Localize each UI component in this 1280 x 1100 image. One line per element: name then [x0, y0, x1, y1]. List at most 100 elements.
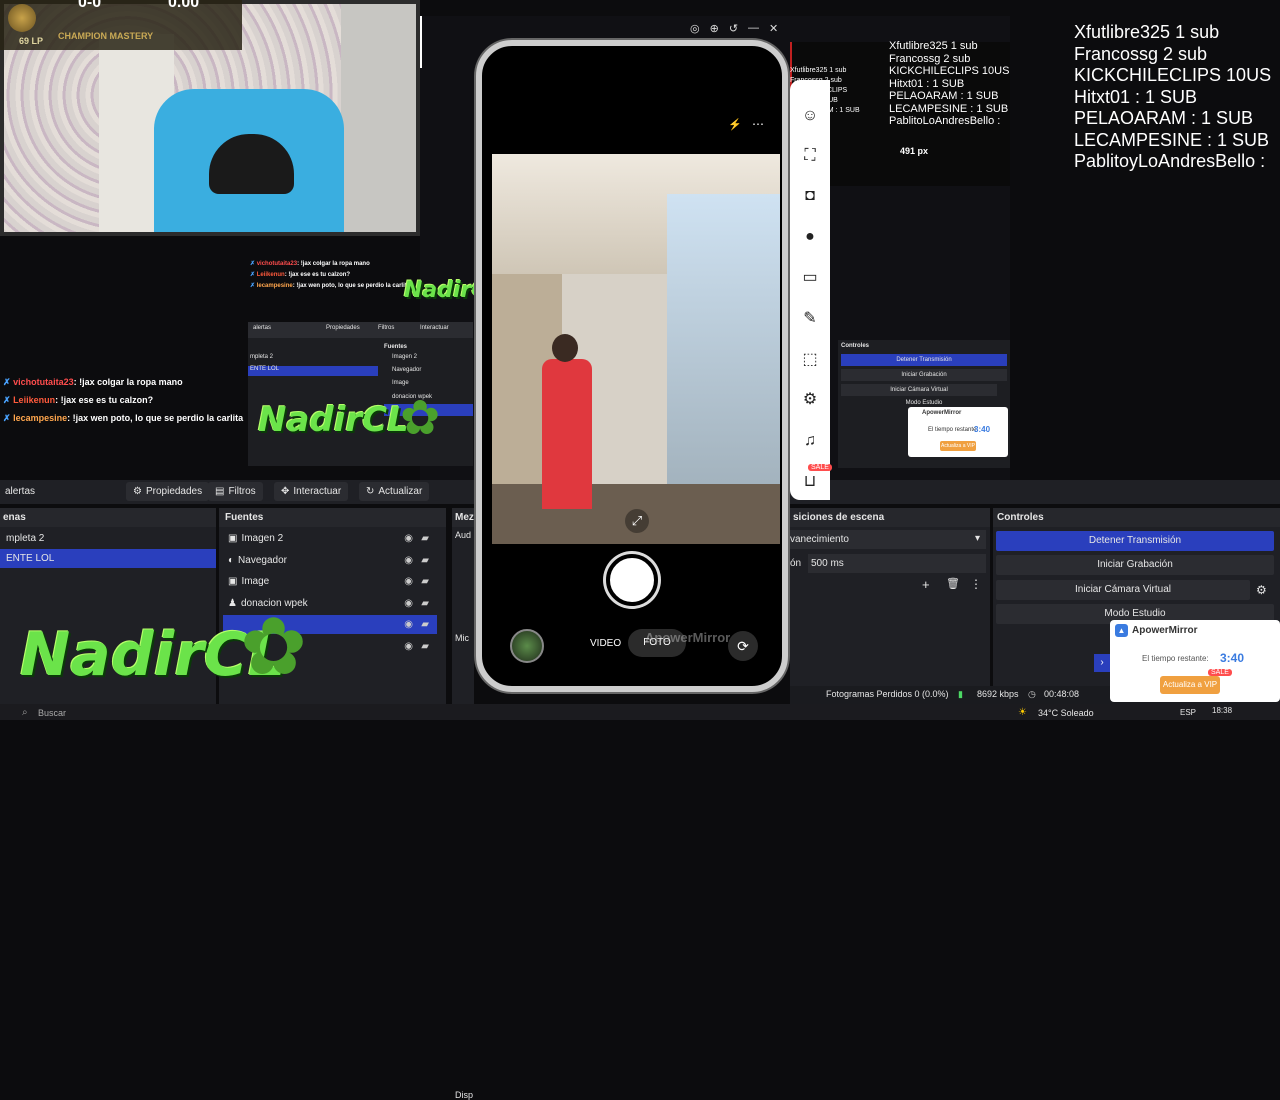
select-icon[interactable]: ⬚: [798, 348, 822, 372]
mixer-item: Mic: [455, 633, 469, 643]
mini-virtual-cam-button[interactable]: Iniciar Cámara Virtual: [841, 384, 997, 396]
gear-icon[interactable]: ⚙: [798, 388, 822, 412]
lock-icon[interactable]: ▰: [421, 619, 429, 630]
add-icon[interactable]: +: [922, 577, 930, 592]
mixer-item: Disp: [455, 1090, 474, 1100]
screenshot-icon[interactable]: ◘: [798, 184, 822, 208]
grid-menu-icon[interactable]: ⋯: [752, 117, 764, 131]
gallery-thumbnail[interactable]: [510, 629, 544, 663]
mini-properties-button[interactable]: Propiedades: [326, 325, 360, 331]
sword-icon: ✗: [3, 413, 11, 423]
sub-line: PablitoLoAndresBello :: [889, 115, 1001, 127]
mini-controls-header: Controles: [841, 343, 870, 349]
close-icon[interactable]: ✕: [769, 22, 778, 35]
mini-source-item[interactable]: Imagen 2: [392, 354, 417, 360]
sub-line: KICKCHILECLIPS 10US: [889, 65, 1010, 77]
mastery-label: CHAMPION MASTERY: [58, 31, 154, 41]
webcam-panel: [341, 4, 416, 232]
mini-scene-item[interactable]: mpleta 2: [248, 354, 378, 364]
source-item[interactable]: ▣ Image ◉ ▰: [223, 572, 437, 591]
duration-input[interactable]: 500 ms: [808, 554, 986, 573]
scene-item-selected[interactable]: ENTE LOL: [0, 549, 216, 568]
back-icon[interactable]: ↺: [729, 22, 738, 35]
upgrade-vip-button[interactable]: Actualiza a VIP: [1160, 676, 1220, 694]
eye-icon[interactable]: ◉: [404, 641, 413, 652]
chevron-right-icon[interactable]: ›: [1094, 654, 1110, 672]
mini-stop-stream-button[interactable]: Detener Transmisión: [841, 354, 1007, 366]
shutter-button[interactable]: [606, 554, 658, 606]
record-icon[interactable]: ●: [798, 225, 822, 249]
mirror-window-controls: ◎ ⊕ ↺ — ✕: [690, 18, 790, 38]
refresh-button[interactable]: ↻ Actualizar: [359, 482, 430, 501]
sub-line: Hitxt01 : 1 SUB: [889, 77, 965, 90]
properties-button[interactable]: ⚙ Propiedades: [126, 482, 210, 501]
eye-icon[interactable]: ◉: [404, 555, 413, 566]
eye-icon[interactable]: ◉: [404, 619, 413, 630]
minimize-icon[interactable]: —: [748, 22, 759, 34]
lock-icon[interactable]: ▰: [421, 576, 429, 587]
switch-camera-icon[interactable]: ⟳: [728, 631, 758, 661]
mini-source-item[interactable]: Navegador: [392, 367, 421, 373]
lock-icon[interactable]: ▰: [421, 641, 429, 652]
cast-icon[interactable]: ▭: [798, 266, 822, 290]
pin-icon[interactable]: ⊕: [710, 22, 719, 35]
camera-viewfinder[interactable]: ⤢: [492, 154, 780, 544]
eye-icon[interactable]: ◉: [404, 533, 413, 544]
lock-icon[interactable]: ▰: [421, 598, 429, 609]
chevron-down-icon: ▾: [974, 533, 980, 544]
trash-icon[interactable]: 🗑: [946, 577, 960, 590]
start-record-button[interactable]: Iniciar Grabación: [996, 555, 1274, 575]
mini-trial-remaining: El tiempo restante:: [928, 427, 979, 433]
transition-select[interactable]: vanecimiento ▾: [790, 530, 986, 549]
settings-icon[interactable]: ◎: [690, 22, 700, 35]
transitions-panel: siciones de escena vanecimiento ▾ ón 500…: [790, 508, 990, 686]
stop-stream-button[interactable]: Detener Transmisión: [996, 531, 1274, 551]
scene-item[interactable]: mpleta 2: [0, 529, 216, 548]
source-item[interactable]: ▣ Imagen 2 ◉ ▰: [223, 529, 437, 548]
source-item[interactable]: ◐ Navegador ◉ ▰: [223, 551, 437, 570]
weather-text: 34°C Soleado: [1038, 708, 1094, 718]
chat-user: lecampesine: [256, 283, 293, 289]
mode-video[interactable]: VIDEO: [590, 638, 621, 649]
lock-icon[interactable]: ▰: [421, 555, 429, 566]
mini-start-record-button[interactable]: Iniciar Grabación: [841, 369, 1007, 381]
image-icon: ▣: [228, 576, 238, 587]
duration-label: ón: [790, 558, 802, 569]
chat-message: ✗ vichotutaita23: !jax colgar la ropa ma…: [250, 259, 410, 270]
sub-line: LECAMPESINE : 1 SUB: [1074, 129, 1270, 150]
lock-icon[interactable]: ▰: [421, 533, 429, 544]
taskbar-search[interactable]: Buscar: [38, 708, 66, 718]
scenes-header: enas: [0, 508, 216, 527]
interact-button[interactable]: ✥ Interactuar: [274, 482, 349, 501]
gear-icon[interactable]: ⚙: [1256, 583, 1267, 597]
expand-icon[interactable]: ⤢: [625, 509, 649, 533]
sub-line: Francossg 2 sub: [1074, 43, 1208, 64]
virtual-cam-button[interactable]: Iniciar Cámara Virtual: [996, 580, 1250, 600]
mirror-watermark: ApowerMirror: [645, 630, 731, 645]
mini-scene-item-selected[interactable]: ENTE LOL: [248, 366, 378, 376]
eye-icon[interactable]: ◉: [404, 598, 413, 609]
flash-off-icon[interactable]: ⚡: [728, 118, 742, 131]
properties-label: Propiedades: [145, 486, 203, 497]
mini-filters-button[interactable]: Filtros: [378, 325, 394, 331]
sub-line: Francossg 2 sub: [889, 52, 971, 65]
mini-interact-button[interactable]: Interactuar: [420, 325, 449, 331]
headset-icon[interactable]: ♫: [798, 429, 822, 453]
mini-studio-mode[interactable]: Modo Estudio: [841, 400, 1007, 406]
fullscreen-icon[interactable]: ⛶: [798, 144, 822, 168]
sub-line: PELAOARAM : 1 SUB: [1074, 108, 1254, 128]
cart-icon[interactable]: ⊔: [798, 470, 822, 494]
mixer-item: Aud: [455, 530, 472, 540]
score-left: 0-0: [78, 0, 102, 11]
mini-upgrade-button[interactable]: Actualiza a VIP: [940, 441, 976, 451]
trial-time: 3:40: [1220, 651, 1245, 665]
sword-icon: ✗: [3, 377, 11, 387]
eye-icon[interactable]: ◉: [404, 576, 413, 587]
chat-text: : !jax wen poto, lo que se perdio la car…: [67, 413, 244, 423]
more-icon[interactable]: ⋮: [970, 577, 982, 591]
filters-button[interactable]: ▤ Filtros: [208, 482, 263, 501]
brush-icon[interactable]: ✎: [798, 307, 822, 331]
mini-source-item[interactable]: Image: [392, 380, 409, 386]
language[interactable]: ESP: [1180, 708, 1196, 717]
filter-icon: ▤: [215, 486, 225, 497]
